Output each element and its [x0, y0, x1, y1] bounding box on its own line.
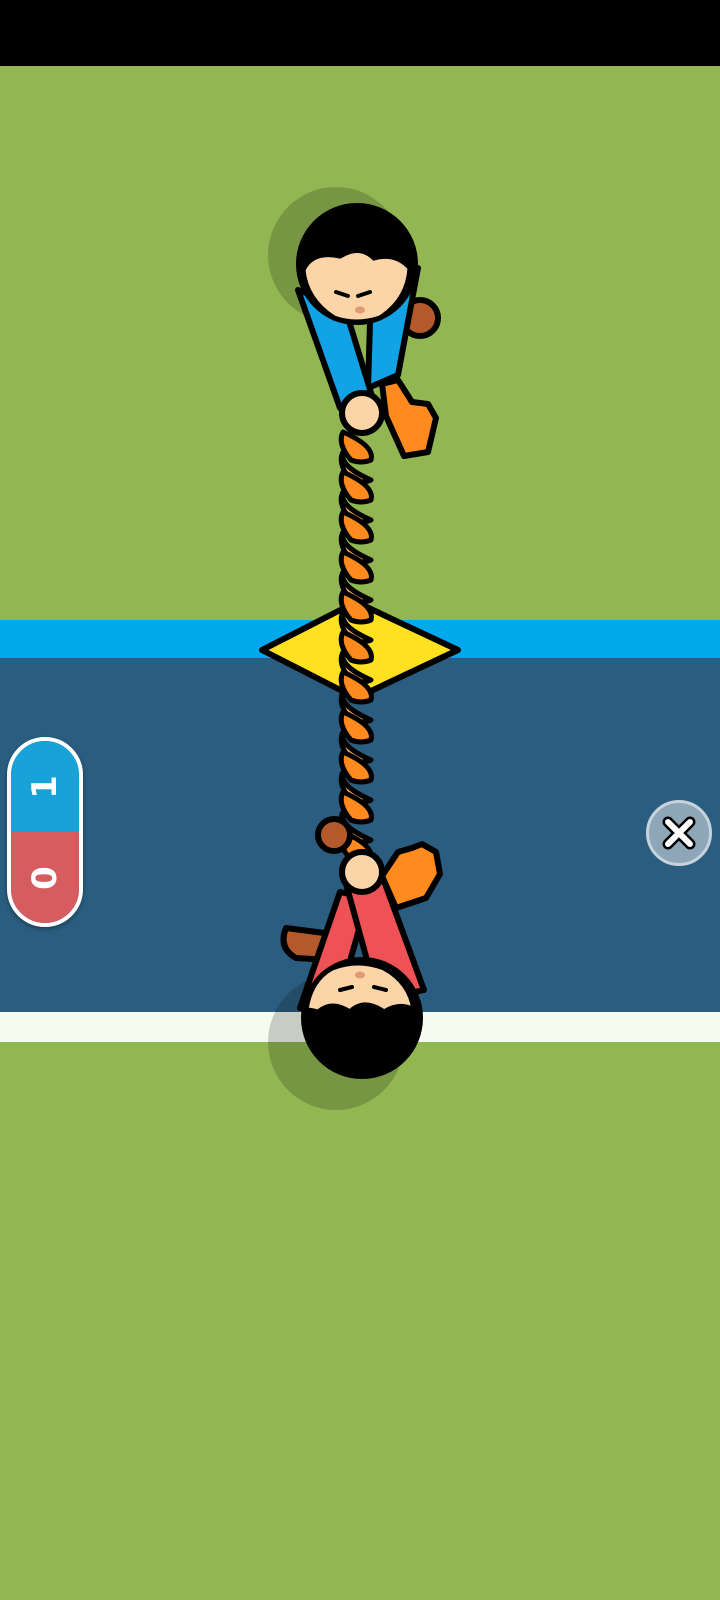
- close-button[interactable]: [646, 800, 712, 866]
- red-player-nose: [355, 971, 365, 979]
- score-indicator: 1 0: [7, 737, 83, 927]
- rope: [338, 429, 374, 865]
- blue-score: 1: [24, 774, 65, 799]
- rope-segment: [338, 429, 374, 465]
- red-score: 0: [24, 865, 65, 890]
- blue-player: [295, 203, 441, 459]
- blue-orange-glove: [379, 377, 439, 459]
- red-player: [280, 816, 443, 1079]
- blue-left-hand: [339, 390, 385, 436]
- tug-of-war-scene: [259, 187, 461, 1110]
- red-front-hand: [339, 849, 385, 895]
- close-icon: [662, 816, 696, 850]
- red-back-hand-upper: [315, 816, 353, 854]
- blue-player-nose: [355, 306, 365, 314]
- red-score-panel: 0: [11, 832, 79, 923]
- blue-score-panel: 1: [11, 741, 79, 832]
